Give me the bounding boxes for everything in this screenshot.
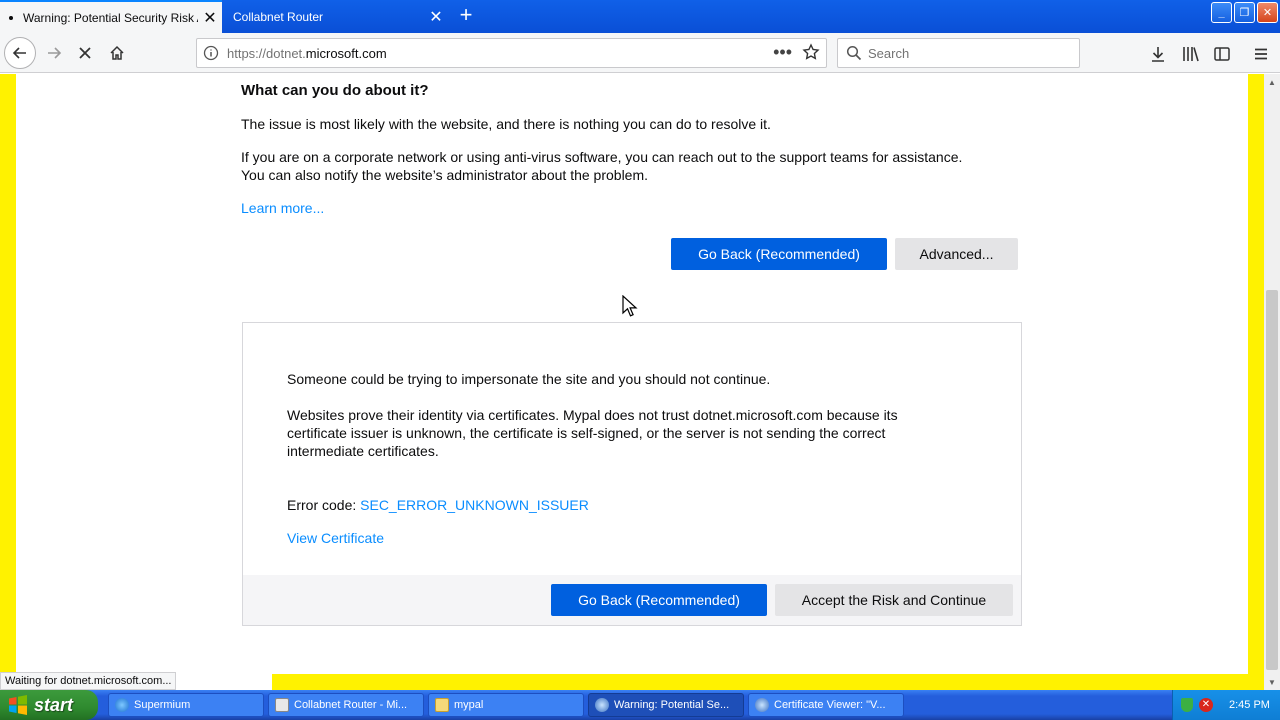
- stop-button[interactable]: [69, 37, 101, 69]
- folder-icon: [435, 698, 449, 712]
- mypal-icon: [595, 698, 609, 712]
- tray-security-alert-icon[interactable]: ✕: [1199, 698, 1213, 712]
- mouse-cursor-icon: [622, 295, 638, 317]
- page-actions-more-icon[interactable]: •••: [773, 42, 792, 63]
- url-prefix: https://dotnet.: [227, 46, 306, 61]
- taskbar-item-collabnet[interactable]: Collabnet Router - Mi...: [268, 693, 424, 717]
- advanced-button[interactable]: Advanced...: [895, 238, 1018, 270]
- view-certificate-link[interactable]: View Certificate: [287, 529, 384, 547]
- learn-more-link[interactable]: Learn more...: [241, 199, 324, 217]
- supermium-icon: [115, 698, 129, 712]
- tab-strip: Warning: Potential Security Risk Ahead ✕…: [0, 0, 1280, 33]
- system-tray: ✕ 2:45 PM: [1172, 690, 1280, 720]
- minimize-button[interactable]: _: [1211, 2, 1232, 23]
- forward-button[interactable]: [38, 37, 70, 69]
- scroll-up-arrow-icon[interactable]: ▲: [1264, 74, 1280, 90]
- accept-risk-button[interactable]: Accept the Risk and Continue: [775, 584, 1013, 616]
- taskbar-item-label: Collabnet Router - Mi...: [294, 699, 408, 711]
- start-label: start: [34, 694, 74, 715]
- downloads-icon[interactable]: [1147, 43, 1169, 65]
- url-text[interactable]: https://dotnet.microsoft.com: [227, 46, 387, 61]
- taskbar-item-security-warning[interactable]: Warning: Potential Se...: [588, 693, 744, 717]
- advanced-panel-footer: Go Back (Recommended) Accept the Risk an…: [243, 575, 1021, 625]
- taskbar-item-certificate-viewer[interactable]: Certificate Viewer: "V...: [748, 693, 904, 717]
- impersonate-warning-text: Someone could be trying to impersonate t…: [287, 371, 771, 387]
- tab-security-warning[interactable]: Warning: Potential Security Risk Ahead ✕: [0, 0, 222, 33]
- search-bar[interactable]: [837, 38, 1080, 68]
- navigation-toolbar: https://dotnet.microsoft.com •••: [0, 33, 1280, 73]
- home-icon: [110, 45, 124, 60]
- warning-stripe-left: [0, 74, 16, 690]
- close-tab-icon[interactable]: ✕: [424, 7, 448, 27]
- tab-loading-icon: [9, 15, 13, 20]
- page-content: What can you do about it? The issue is m…: [0, 74, 1264, 690]
- home-button[interactable]: [101, 37, 133, 69]
- status-bar: Waiting for dotnet.microsoft.com...: [0, 672, 177, 690]
- scrollbar-thumb[interactable]: [1266, 290, 1278, 670]
- network-paragraph-line1: If you are on a corporate network or usi…: [241, 149, 963, 165]
- hamburger-menu-icon[interactable]: [1250, 43, 1272, 65]
- maximize-button[interactable]: ❐: [1234, 2, 1255, 23]
- panel-go-back-button[interactable]: Go Back (Recommended): [551, 584, 767, 616]
- taskbar-item-label: Certificate Viewer: "V...: [774, 699, 886, 711]
- search-icon: [846, 45, 862, 64]
- taskbar-item-supermium[interactable]: Supermium: [108, 693, 264, 717]
- warning-stripe-bottom: [272, 674, 1264, 690]
- url-bar[interactable]: https://dotnet.microsoft.com •••: [196, 38, 827, 68]
- info-icon[interactable]: [203, 45, 219, 64]
- search-input[interactable]: [868, 43, 1068, 63]
- windows-logo-icon: [9, 695, 27, 715]
- window-controls: _ ❐ ✕: [1211, 2, 1278, 23]
- tab-collabnet-router[interactable]: Collabnet Router ✕: [222, 0, 448, 33]
- vertical-scrollbar[interactable]: ▲ ▼: [1264, 74, 1280, 690]
- error-code-line: Error code: SEC_ERROR_UNKNOWN_ISSUER: [287, 496, 947, 514]
- browser-window-icon: [275, 698, 289, 712]
- warning-stripe-right: [1248, 74, 1264, 690]
- advanced-panel: Someone could be trying to impersonate t…: [242, 322, 1022, 626]
- error-code-link[interactable]: SEC_ERROR_UNKNOWN_ISSUER: [360, 497, 589, 513]
- sidebar-icon[interactable]: [1211, 43, 1233, 65]
- issue-paragraph: The issue is most likely with the websit…: [241, 116, 771, 132]
- tab-label: Collabnet Router: [233, 9, 324, 24]
- taskbar: start Supermium Collabnet Router - Mi...…: [0, 690, 1280, 720]
- tray-clock: 2:45 PM: [1229, 699, 1270, 711]
- stop-x-icon: [79, 47, 91, 59]
- close-window-button[interactable]: ✕: [1257, 2, 1278, 23]
- tab-label: Warning: Potential Security Risk Ahead: [23, 10, 198, 25]
- network-paragraph-line2: You can also notify the website’s admini…: [241, 167, 649, 183]
- start-button[interactable]: start: [0, 690, 98, 720]
- url-domain: microsoft.com: [305, 46, 387, 61]
- taskbar-item-label: mypal: [454, 699, 484, 711]
- scroll-down-arrow-icon[interactable]: ▼: [1264, 674, 1280, 690]
- taskbar-item-mypal-folder[interactable]: mypal: [428, 693, 584, 717]
- forward-arrow-icon: [48, 47, 62, 59]
- page-heading: What can you do about it?: [241, 82, 429, 99]
- go-back-button[interactable]: Go Back (Recommended): [671, 238, 887, 270]
- bookmark-star-icon[interactable]: [802, 43, 820, 64]
- taskbar-item-label: Supermium: [134, 699, 191, 711]
- taskbar-item-label: Warning: Potential Se...: [614, 699, 730, 711]
- certificate-details-text: Websites prove their identity via certif…: [287, 407, 898, 459]
- tray-shield-icon[interactable]: [1181, 698, 1193, 712]
- error-code-label: Error code:: [287, 497, 357, 513]
- back-button[interactable]: [4, 37, 36, 69]
- close-tab-icon[interactable]: ✕: [198, 8, 222, 28]
- library-icon[interactable]: [1180, 43, 1202, 65]
- back-arrow-icon: [12, 47, 26, 59]
- new-tab-plus-icon[interactable]: +: [452, 4, 480, 28]
- mypal-icon: [755, 698, 769, 712]
